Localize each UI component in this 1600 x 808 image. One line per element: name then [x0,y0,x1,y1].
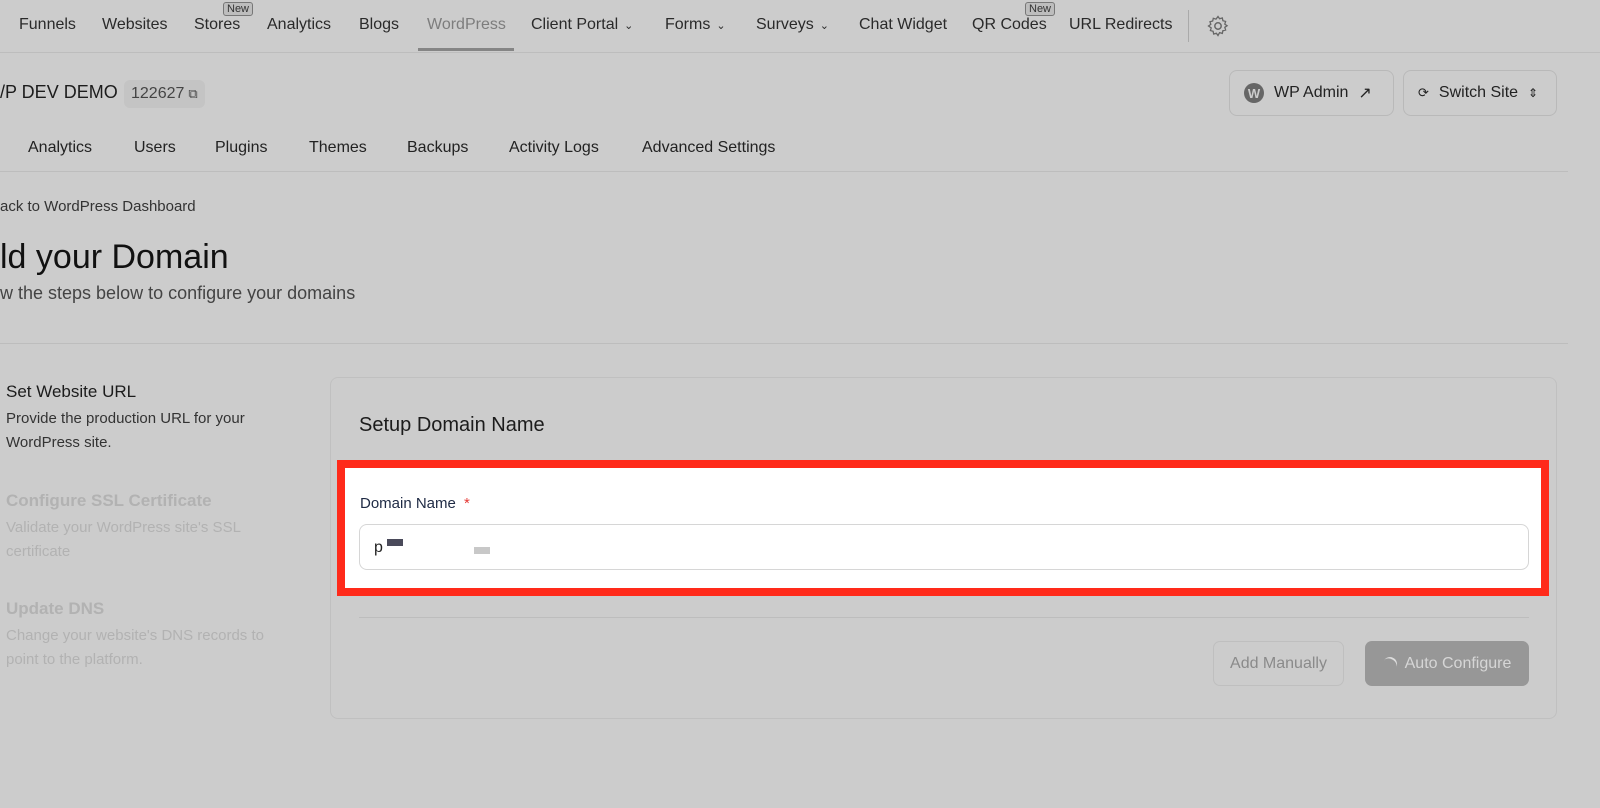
back-link[interactable]: ack to WordPress Dashboard [0,198,196,215]
redacted-text [387,539,404,546]
domain-name-label: Domain Name * [360,495,470,512]
external-link-icon: ↗ [1358,85,1372,102]
chevron-down-icon: ⌄ [624,20,634,32]
switch-site-label: Switch Site [1438,84,1519,101]
new-badge: New [1025,2,1056,16]
nav-label: WordPress [427,16,506,33]
nav-label: Stores [194,16,241,33]
divider [0,171,1568,172]
new-badge: New [223,2,254,16]
subtab-plugins[interactable]: Plugins [215,139,267,157]
nav-item-surveys[interactable]: Surveys ⌄ [756,16,829,34]
gear-icon[interactable] [1206,14,1230,38]
wp-admin-button[interactable]: W WP Admin ↗ [1229,70,1394,116]
top-nav: Funnels Websites Stores New Analytics Blogs Wo… [0,0,1600,53]
subtab-themes[interactable]: Themes [309,139,367,157]
switch-site-button[interactable]: ⟳ Switch Site ⇕ [1403,70,1557,116]
wordpress-icon: W [1244,83,1264,103]
nav-item-blogs[interactable]: Blogs [359,16,399,34]
copy-icon[interactable]: ⧉ [188,86,197,102]
nav-item-qr-codes[interactable]: QR Codes [972,16,1047,34]
active-tab-indicator [418,48,514,51]
redacted-text [473,547,490,554]
site-id: 122627 [131,85,185,102]
step-item: Configure SSL Certificate Validate your W… [6,491,296,564]
site-id-chip[interactable]: 122627 ⧉ [124,80,205,108]
refresh-icon: ⟳ [1418,85,1429,100]
spinner-icon [1380,653,1400,674]
domain-field-highlight: Domain Name * p [337,460,1549,596]
nav-item-stores[interactable]: Stores [194,16,240,34]
step-description: Provide the production URL for your Word… [6,410,245,451]
subtab-users[interactable]: Users [134,139,176,157]
chevron-up-down-icon: ⇕ [1528,86,1539,100]
subtab-analytics[interactable]: Analytics [28,139,92,157]
step-description: Change your website's DNS records to poi… [6,627,264,668]
site-name: /P DEV DEMO [0,82,118,102]
nav-label: Blogs [359,16,400,33]
nav-label: Chat Widget [859,16,948,33]
nav-item-funnels[interactable]: Funnels [19,16,76,34]
nav-item-analytics[interactable]: Analytics [267,16,331,34]
nav-item-wordpress[interactable]: WordPress [427,16,506,34]
nav-label: Analytics [267,16,332,33]
required-mark: * [464,495,470,512]
domain-value: p [374,539,383,556]
step-title: Set Website URL [6,382,137,401]
add-manually-button[interactable]: Add Manually [1213,641,1344,686]
step-description: Validate your WordPress site's SSL certi… [6,519,241,560]
nav-label: Websites [102,16,168,33]
page-title: ld your Domain [0,238,229,276]
page-subtitle: w the steps below to configure your doma… [0,283,356,303]
step-item: Update DNS Change your website's DNS reco… [6,599,296,672]
chevron-down-icon: ⌄ [716,20,726,32]
auto-configure-button[interactable]: Auto Configure [1365,641,1529,686]
divider [359,617,1529,618]
nav-item-url-redirects[interactable]: URL Redirects [1069,16,1172,34]
chevron-down-icon: ⌄ [819,20,830,32]
step-title: Update DNS [6,599,105,618]
subtab-activity-logs[interactable]: Activity Logs [509,139,599,157]
divider [0,343,1568,344]
nav-item-websites[interactable]: Websites [102,16,168,34]
nav-item-forms[interactable]: Forms ⌄ [665,16,726,34]
step-title: Configure SSL Certificate [6,491,212,510]
wp-admin-label: WP Admin [1274,84,1349,101]
nav-label: URL Redirects [1069,16,1173,33]
nav-label: QR Codes [972,16,1047,33]
nav-label: Funnels [19,16,76,33]
nav-label: Surveys [756,16,814,33]
card-title: Setup Domain Name [359,414,545,436]
auto-configure-label: Auto Configure [1404,654,1512,672]
subtab-backups[interactable]: Backups [407,139,468,157]
nav-item-chat-widget[interactable]: Chat Widget [859,16,947,34]
step-item: Set Website URL Provide the production UR… [6,382,296,455]
domain-name-input[interactable]: p [359,524,1529,570]
divider [1188,10,1189,42]
nav-label: Client Portal [531,16,619,33]
subtab-advanced-settings[interactable]: Advanced Settings [642,139,775,157]
nav-label: Forms [665,16,711,33]
nav-item-client-portal[interactable]: Client Portal ⌄ [531,16,633,34]
